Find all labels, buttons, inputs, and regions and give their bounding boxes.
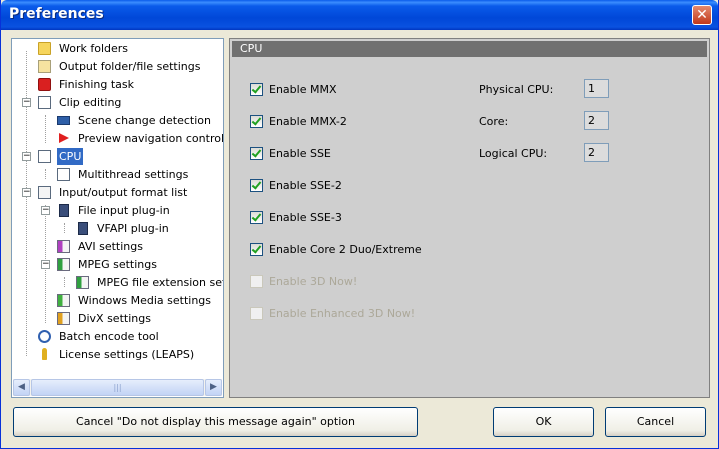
panel-header: CPU xyxy=(232,41,707,57)
tree-item-label: Input/output format list xyxy=(59,186,188,199)
settings-tree[interactable]: Work folders Output folder/file settings… xyxy=(11,38,224,398)
expander-minus-icon[interactable]: − xyxy=(41,260,50,269)
tree-item-label: Multithread settings xyxy=(78,168,189,181)
checkbox[interactable] xyxy=(250,147,263,160)
cancel-button[interactable]: Cancel xyxy=(605,407,706,437)
tree-horizontal-scrollbar[interactable]: ◀ ||| ▶ xyxy=(13,379,222,396)
plugin-icon xyxy=(78,222,88,235)
checkbox[interactable] xyxy=(250,179,263,192)
checkbox xyxy=(250,307,263,320)
wm-doc-icon xyxy=(57,294,70,307)
tree-item-label: Work folders xyxy=(59,42,129,55)
expander-minus-icon[interactable]: − xyxy=(22,98,31,107)
window-title: Preferences xyxy=(9,6,104,22)
red-arrow-icon xyxy=(59,133,69,143)
scroll-thumb[interactable]: ||| xyxy=(31,379,204,396)
expander-minus-icon[interactable]: − xyxy=(41,206,50,215)
tree-connector xyxy=(64,223,65,233)
clock-icon xyxy=(38,330,51,343)
tree-item-label: Scene change detection xyxy=(78,114,211,127)
tree-item-label: File input plug-in xyxy=(78,204,170,217)
checkbox-label: Enable SSE-2 xyxy=(269,179,342,192)
tree-item-label: Finishing task xyxy=(59,78,134,91)
cpu-settings-panel: CPU Enable MMX Enable MMX-2 Enable SSE E… xyxy=(229,38,710,398)
checkbox-label: Enable SSE-3 xyxy=(269,211,342,224)
tree-connector xyxy=(45,115,46,143)
edit-doc-icon xyxy=(38,96,51,109)
tree-connector xyxy=(64,277,65,287)
cancel-dont-display-option-button[interactable]: Cancel "Do not display this message agai… xyxy=(13,407,418,437)
tree-item-label: Output folder/file settings xyxy=(59,60,201,73)
title-bar[interactable]: Preferences ✕ xyxy=(1,0,718,30)
tree-item-label: DivX settings xyxy=(78,312,151,325)
avi-doc-icon xyxy=(57,240,70,253)
scroll-right-icon[interactable]: ▶ xyxy=(205,379,222,396)
tree-item-label: License settings (LEAPS) xyxy=(59,348,195,361)
core-value: 2 xyxy=(584,111,609,130)
close-button[interactable]: ✕ xyxy=(692,5,712,25)
checkbox-label: Enable 3D Now! xyxy=(269,275,358,288)
tree-item-label: Clip editing xyxy=(59,96,122,109)
logical-cpu-value: 2 xyxy=(584,143,609,162)
checkbox[interactable] xyxy=(250,83,263,96)
scroll-left-icon[interactable]: ◀ xyxy=(13,379,30,396)
ok-button[interactable]: OK xyxy=(493,407,594,437)
checkbox xyxy=(250,275,263,288)
folder-icon xyxy=(38,42,51,55)
list-doc-icon xyxy=(38,186,51,199)
tree-item-label: MPEG settings xyxy=(78,258,157,271)
core-label: Core: xyxy=(479,115,509,128)
checkbox[interactable] xyxy=(250,115,263,128)
checkbox-label: Enable SSE xyxy=(269,147,331,160)
physical-cpu-value: 1 xyxy=(584,79,609,98)
checkbox-label: Enable MMX-2 xyxy=(269,115,347,128)
folder-settings-icon xyxy=(38,60,51,73)
checkbox-label: Enable Enhanced 3D Now! xyxy=(269,307,416,320)
edit-doc-icon xyxy=(57,168,70,181)
tree-item-label: Batch encode tool xyxy=(59,330,159,343)
physical-cpu-label: Physical CPU: xyxy=(479,83,554,96)
expander-minus-icon[interactable]: − xyxy=(22,152,31,161)
tree-item-label: VFAPI plug-in xyxy=(97,222,169,235)
mpeg-doc-icon xyxy=(76,276,89,289)
filmstrip-icon xyxy=(57,116,70,125)
plugin-icon xyxy=(59,204,69,217)
tree-item-label: CPU xyxy=(57,148,84,165)
logical-cpu-label: Logical CPU: xyxy=(479,147,548,160)
checkbox-label: Enable MMX xyxy=(269,83,337,96)
mpeg-doc-icon xyxy=(57,258,70,271)
tree-connector xyxy=(45,169,46,179)
key-icon xyxy=(42,348,47,360)
tree-item-label: MPEG file extension settings xyxy=(97,276,223,289)
checkbox[interactable] xyxy=(250,211,263,224)
power-icon xyxy=(38,78,51,91)
divx-doc-icon xyxy=(57,312,70,325)
edit-doc-icon xyxy=(38,150,51,163)
checkbox[interactable] xyxy=(250,243,263,256)
tree-item-label: AVI settings xyxy=(78,240,143,253)
tree-item-label: Preview navigation control xyxy=(78,132,224,145)
checkbox-label: Enable Core 2 Duo/Extreme xyxy=(269,243,422,256)
preferences-dialog: Preferences ✕ Work folders Output folder… xyxy=(0,0,719,449)
tree-item-label: Windows Media settings xyxy=(78,294,211,307)
expander-minus-icon[interactable]: − xyxy=(22,188,31,197)
